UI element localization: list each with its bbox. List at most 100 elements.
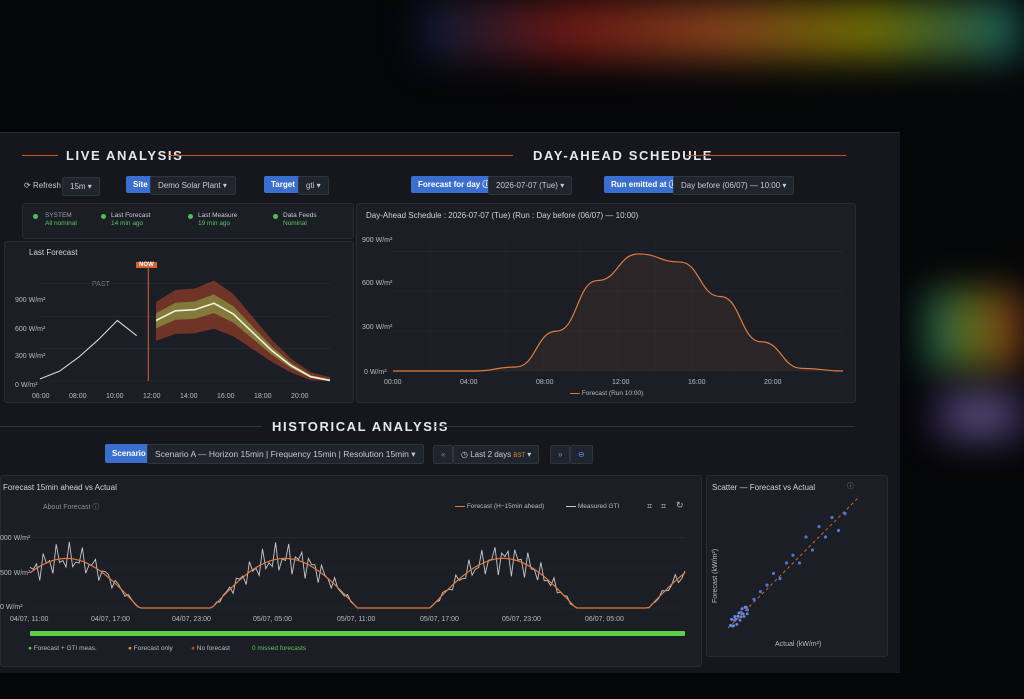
reset-icon[interactable]: ↻	[676, 500, 684, 511]
scatter-point	[843, 512, 847, 516]
scatter-point	[745, 612, 749, 616]
scenario-label: Scenario	[105, 444, 153, 463]
run-emitted-label: Run emitted at ⓘ	[604, 176, 684, 193]
info-icon[interactable]: ⓘ	[847, 481, 854, 491]
run-emitted-select[interactable]: Day before (06/07) — 10:00 ▾	[673, 176, 795, 195]
scatter-point	[730, 617, 734, 621]
live-xtick: 14:00	[180, 393, 198, 400]
scatter-chart	[727, 497, 859, 629]
hist-ytick: 0 W/m²	[0, 604, 23, 611]
scatter-point	[745, 608, 750, 612]
hist-xtick: 05/07, 17:00	[420, 616, 459, 623]
system-value: All nominal	[45, 220, 77, 227]
legend-no-forecast: ● No forecast	[191, 645, 230, 652]
scatter-ylabel: Forecast (kW/m²)	[712, 548, 719, 603]
background-glow	[925, 290, 1024, 370]
data-feeds-value: Nominal	[283, 220, 307, 227]
hist-xtick: 04/07, 11:00	[10, 616, 49, 623]
da-ytick: 600 W/m²	[362, 280, 393, 287]
last-forecast-label: Last Forecast	[111, 212, 151, 219]
scatter-point	[784, 561, 789, 565]
historical-title: HISTORICAL ANALYSIS	[272, 419, 450, 434]
system-label: SYSTEM	[45, 212, 72, 219]
da-xtick: 08:00	[536, 379, 554, 386]
scatter-point	[729, 623, 732, 627]
last-forecast-dot	[101, 214, 106, 219]
scatter-point	[738, 618, 742, 622]
scatter-point	[830, 515, 834, 520]
hist-ytick: 000 W/m²	[0, 535, 31, 542]
zoom-out-button[interactable]: ⊖	[570, 445, 593, 464]
system-status-dot	[33, 214, 38, 219]
live-xtick: 10:00	[106, 393, 124, 400]
crop-icon[interactable]: ⌗	[647, 501, 652, 512]
next-range-button[interactable]: »	[550, 445, 571, 464]
live-xtick: 18:00	[254, 393, 272, 400]
site-select[interactable]: Demo Solar Plant ▾	[150, 176, 236, 195]
live-xtick: 16:00	[217, 393, 235, 400]
scatter-point	[797, 561, 802, 565]
hist-legend-measured: Measured GTI	[566, 503, 619, 510]
measured-gti-line	[29, 541, 686, 609]
da-xtick: 00:00	[384, 379, 402, 386]
hist-xtick: 05/07, 23:00	[502, 616, 541, 623]
da-legend: Forecast (Run 10:00)	[570, 390, 643, 397]
day-ahead-chart-title: Day-Ahead Schedule : 2026-07-07 (Tue) (R…	[366, 211, 639, 220]
background-glow	[420, 0, 1020, 60]
last-forecast-chart	[39, 263, 331, 382]
refresh-button[interactable]: ⟳ Refresh	[24, 177, 61, 194]
scatter-point	[736, 614, 740, 618]
live-analysis-title: LIVE ANALYSIS	[66, 148, 184, 163]
clock-icon: ◷	[461, 450, 468, 459]
scatter-point	[737, 611, 741, 615]
scatter-point	[732, 624, 736, 628]
scatter-point	[735, 622, 739, 626]
last-forecast-title: Last Forecast	[29, 248, 78, 257]
time-range-picker[interactable]: ◷ Last 2 days BST ▾	[453, 445, 540, 464]
legend-forecast-only: ● Forecast only	[128, 645, 173, 652]
missed-forecasts: 0 missed forecasts	[252, 645, 307, 652]
coverage-bar	[30, 631, 685, 636]
da-xtick: 16:00	[688, 379, 706, 386]
last-measure-dot	[188, 214, 193, 219]
scatter-point	[758, 590, 763, 594]
hist-xtick: 04/07, 23:00	[172, 616, 211, 623]
scatter-point	[823, 535, 828, 539]
target-label: Target	[264, 176, 302, 193]
last-measure-label: Last Measure	[198, 212, 238, 219]
forecast-area	[393, 253, 843, 371]
forecast-band-outer	[156, 280, 330, 381]
live-ytick: 0 W/m²	[15, 382, 38, 389]
hist-xtick: 06/07, 05:00	[585, 616, 624, 623]
forecast-day-label: Forecast for day ⓘ	[411, 176, 498, 193]
scatter-point	[804, 535, 808, 539]
prev-range-button[interactable]: «	[433, 445, 454, 464]
hist-xtick: 05/07, 05:00	[253, 616, 292, 623]
last-forecast-value: 14 min ago	[111, 220, 144, 227]
scatter-point	[741, 612, 745, 616]
hist-chart-title: Forecast 15min ahead vs Actual	[3, 483, 117, 492]
scatter-point	[810, 548, 815, 552]
da-xtick: 12:00	[612, 379, 630, 386]
refresh-interval-select[interactable]: 15m ▾	[62, 177, 100, 196]
target-select[interactable]: gti ▾	[298, 176, 329, 195]
hist-legend-forecast: Forecast (H−15min ahead)	[455, 503, 544, 510]
scatter-point	[740, 607, 744, 611]
now-badge: NOW	[136, 262, 157, 268]
forecast-line	[29, 557, 686, 609]
hist-xtick: 04/07, 17:00	[91, 616, 130, 623]
scenario-select[interactable]: Scenario A — Horizon 15min | Frequency 1…	[147, 444, 424, 464]
hist-chart	[29, 537, 686, 609]
about-forecast-link[interactable]: About Forecast ⓘ	[43, 502, 99, 512]
da-xtick: 04:00	[460, 379, 478, 386]
scatter-xlabel: Actual (kW/m²)	[775, 641, 822, 648]
da-ytick: 300 W/m²	[362, 324, 393, 331]
scatter-point	[742, 615, 746, 618]
background-glow	[935, 390, 1024, 440]
live-xtick: 06:00	[32, 393, 50, 400]
last-measure-value: 19 min ago	[198, 220, 231, 227]
crop-alt-icon[interactable]: ⌗	[661, 501, 666, 512]
live-xtick: 12:00	[143, 393, 161, 400]
forecast-day-select[interactable]: 2026-07-07 (Tue) ▾	[488, 176, 573, 195]
dashboard-screen: LIVE ANALYSIS DAY-AHEAD SCHEDULE ⟳ Refre…	[0, 132, 900, 673]
